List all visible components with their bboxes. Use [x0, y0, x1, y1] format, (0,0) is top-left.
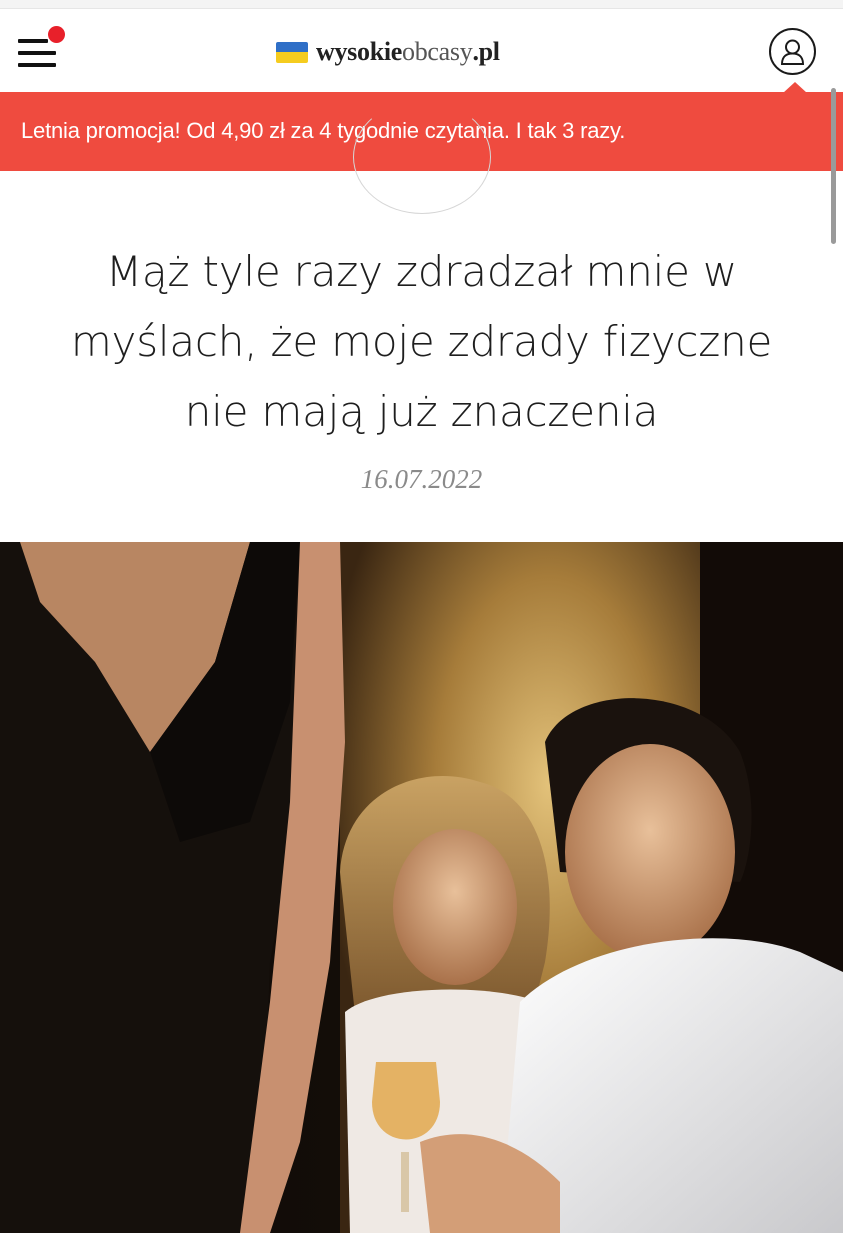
title-line: myślach, że moje zdrady fizyczne [70, 317, 773, 366]
menu-bar [18, 51, 56, 55]
menu-bar [18, 63, 56, 67]
menu-bar [18, 39, 48, 43]
title-line: nie mają już znaczenia [184, 387, 659, 436]
hamburger-menu-icon[interactable] [18, 26, 65, 69]
title-line: Mąż tyle razy zdradzał mnie w [105, 247, 738, 296]
notification-dot [48, 26, 65, 43]
scrollbar[interactable] [831, 88, 836, 244]
promo-text: Letnia promocja! Od 4,90 zł za 4 tygodni… [21, 118, 626, 143]
article-title: Mąż tyle razy zdradzał mnie w myślach, ż… [30, 237, 813, 447]
article-date: 16.07.2022 [360, 464, 483, 494]
site-header: wysokieobcasy.pl [0, 9, 843, 92]
site-logo[interactable]: wysokieobcasy.pl [276, 35, 500, 69]
article-photo[interactable] [0, 542, 843, 1233]
logo-text: wysokieobcasy.pl [316, 37, 500, 66]
user-account-icon[interactable] [769, 28, 816, 75]
decorative-arc [353, 100, 491, 214]
ukraine-flag-icon [276, 41, 308, 63]
top-edge [0, 0, 843, 9]
